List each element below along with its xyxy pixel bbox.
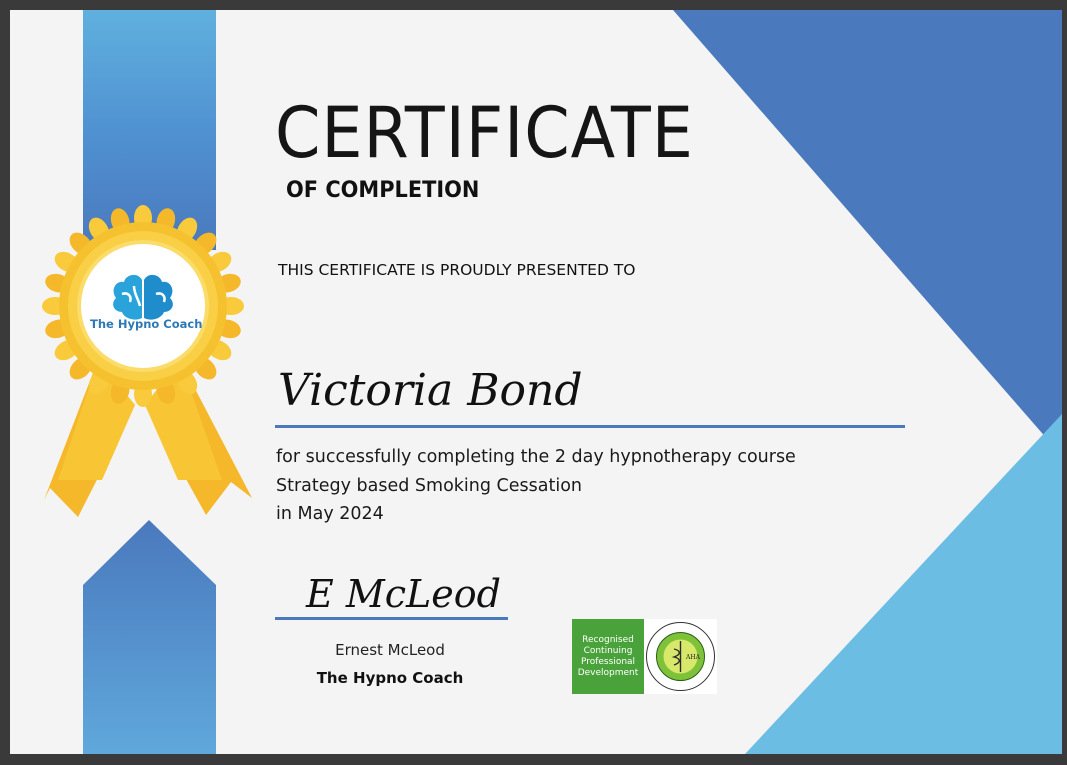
course-description: for successfully completing the 2 day hy… [276, 443, 796, 529]
accreditation-badge: Recognised Continuing Professional Devel… [572, 619, 717, 694]
description-line: in May 2024 [276, 504, 384, 524]
presented-to-text: THIS CERTIFICATE IS PROUDLY PRESENTED TO [278, 261, 636, 279]
organization-name: The Hypno Coach [316, 669, 464, 687]
certificate-subtitle: OF COMPLETION [286, 178, 480, 203]
signer-name: Ernest McLeod [335, 641, 445, 659]
signature-line [275, 617, 508, 620]
aha-seal-icon: AHA [646, 622, 715, 691]
certificate: The Hypno Coach CERTIFICATE OF COMPLETIO… [10, 10, 1062, 754]
corner-dark-blue-shape [673, 10, 1062, 456]
signature: E McLeod [306, 572, 501, 616]
description-line: Strategy based Smoking Cessation [276, 475, 583, 496]
description-line: for successfully completing the 2 day hy… [276, 447, 796, 467]
recipient-underline [275, 425, 905, 428]
cpd-label: Recognised Continuing Professional Devel… [572, 619, 644, 694]
seal-label: AHA [685, 654, 701, 661]
rosette-logo-text: The Hypno Coach [90, 317, 203, 331]
vertical-ribbon-bottom [83, 520, 216, 754]
certificate-title: CERTIFICATE [275, 92, 694, 174]
rosette [42, 205, 244, 407]
recipient-name: Victoria Bond [278, 365, 583, 416]
